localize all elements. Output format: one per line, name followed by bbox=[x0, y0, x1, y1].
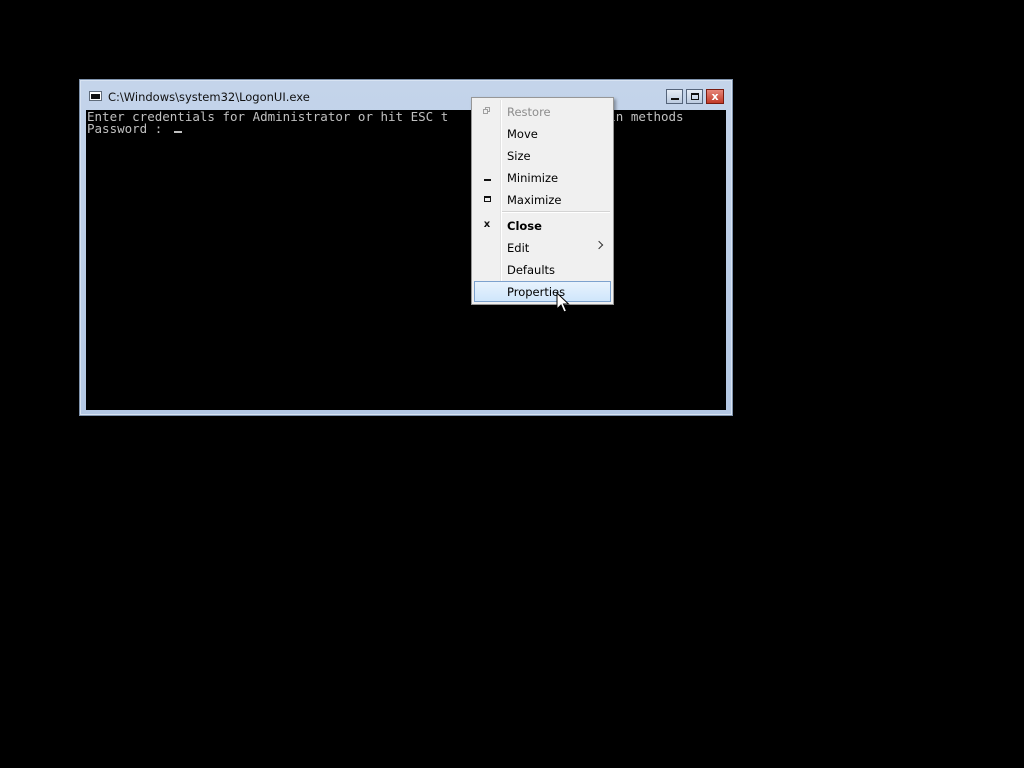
menu-item-label: Move bbox=[507, 127, 538, 141]
close-icon: x bbox=[711, 90, 719, 103]
menu-item-restore[interactable]: Restore bbox=[474, 101, 611, 122]
menu-item-size[interactable]: Size bbox=[474, 145, 611, 166]
restore-icon bbox=[482, 106, 492, 116]
menu-item-label: Edit bbox=[507, 241, 530, 255]
title-bar[interactable]: C:\Windows\system32\LogonUI.exe x bbox=[80, 80, 732, 110]
desktop: C:\Windows\system32\LogonUI.exe x Enter … bbox=[0, 0, 1024, 768]
menu-item-properties[interactable]: Properties bbox=[474, 281, 611, 302]
password-prompt: Password : bbox=[87, 121, 170, 136]
menu-item-minimize[interactable]: Minimize bbox=[474, 167, 611, 188]
close-button[interactable]: x bbox=[706, 89, 724, 104]
minimize-icon bbox=[482, 172, 492, 182]
minimize-icon bbox=[670, 97, 679, 100]
menu-item-edit[interactable]: Edit bbox=[474, 237, 611, 258]
console-window[interactable]: C:\Windows\system32\LogonUI.exe x Enter … bbox=[79, 79, 733, 416]
text-cursor bbox=[174, 131, 182, 133]
maximize-button[interactable] bbox=[686, 89, 703, 104]
maximize-icon bbox=[690, 93, 699, 100]
menu-separator bbox=[502, 211, 610, 213]
maximize-icon bbox=[482, 194, 492, 204]
mouse-pointer-icon bbox=[556, 292, 570, 313]
menu-item-defaults[interactable]: Defaults bbox=[474, 259, 611, 280]
console-window-icon[interactable] bbox=[89, 91, 102, 101]
chevron-right-icon bbox=[594, 240, 604, 250]
menu-item-label: Maximize bbox=[507, 193, 562, 207]
menu-item-maximize[interactable]: Maximize bbox=[474, 189, 611, 210]
system-menu: Restore Move Size Minimize Maximize x Cl… bbox=[471, 97, 614, 305]
menu-item-label: Close bbox=[507, 219, 542, 233]
console-area[interactable]: Enter credentials for Administrator or h… bbox=[86, 110, 726, 410]
close-icon: x bbox=[483, 219, 491, 230]
menu-item-label: Minimize bbox=[507, 171, 559, 185]
menu-item-move[interactable]: Move bbox=[474, 123, 611, 144]
menu-item-label: Defaults bbox=[507, 263, 556, 277]
menu-item-label: Size bbox=[507, 149, 531, 163]
menu-item-label: Restore bbox=[507, 105, 551, 119]
menu-item-close[interactable]: x Close bbox=[474, 215, 611, 236]
minimize-button[interactable] bbox=[666, 89, 683, 104]
window-title: C:\Windows\system32\LogonUI.exe bbox=[108, 90, 310, 104]
